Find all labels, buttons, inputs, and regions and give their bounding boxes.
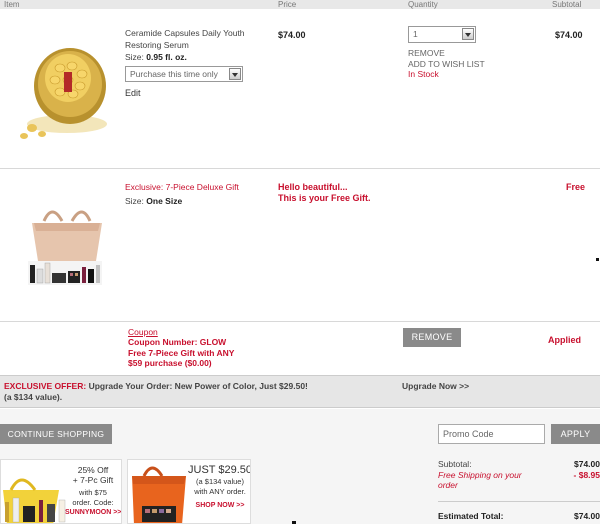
banner-line: order. Code: <box>72 498 114 507</box>
banner-line: with ANY order. <box>194 487 246 496</box>
marker <box>596 258 599 261</box>
continue-shopping-button[interactable]: CONTINUE SHOPPING <box>0 424 112 444</box>
size-value: One Size <box>146 196 183 206</box>
col-quantity: Quantity <box>408 0 438 9</box>
offer-banner: EXCLUSIVE OFFER: Upgrade Your Order: New… <box>0 375 600 408</box>
size-value: 0.95 fl. oz. <box>146 52 187 62</box>
add-to-wishlist-link[interactable]: ADD TO WISH LIST <box>408 59 485 70</box>
banner-code[interactable]: SUNNYMOON >> <box>65 508 121 518</box>
remove-link[interactable]: REMOVE <box>408 48 485 59</box>
size-label: Size: <box>125 52 144 62</box>
coupon-status: Applied <box>548 335 581 345</box>
gift-name[interactable]: Exclusive: 7-Piece Deluxe Gift <box>125 182 239 192</box>
table-row: Ceramide Capsules Daily Youth Restoring … <box>0 10 600 168</box>
col-item: Item <box>4 0 20 9</box>
item-subtotal: $74.00 <box>555 30 583 40</box>
table-row: Exclusive: 7-Piece Deluxe Gift Size: One… <box>0 169 600 321</box>
remove-coupon-button[interactable]: REMOVE <box>403 328 461 347</box>
shipping-label: Free Shipping on your <box>438 470 522 480</box>
item-price: $74.00 <box>278 30 306 40</box>
gift-subtotal: Free <box>566 182 586 192</box>
coupon-desc-cont: $59 purchase ($0.00) <box>128 358 212 368</box>
gift-size: Size: One Size <box>125 196 182 206</box>
banner-line: + 7-Pc Gift <box>72 475 114 485</box>
bottom-area: CONTINUE SHOPPING Promo Code APPLY Subto… <box>0 409 600 524</box>
shipping-label-cont: order <box>438 480 458 490</box>
gift-image[interactable] <box>22 199 112 291</box>
stock-status: In Stock <box>408 69 439 79</box>
offer-text: Upgrade Your Order: New Power of Color, … <box>88 381 308 391</box>
promo-code-input[interactable]: Promo Code <box>438 424 545 444</box>
promo-banner-gift[interactable]: 25% Off + 7-Pc Gift with $75 order. Code… <box>0 459 122 524</box>
offer-label: EXCLUSIVE OFFER: <box>4 381 87 391</box>
apply-button[interactable]: APPLY <box>551 424 600 444</box>
shop-now-link[interactable]: SHOP NOW >> <box>188 501 250 511</box>
upgrade-now-label: Upgrade Now >> <box>402 381 470 391</box>
banner-line: (a $134 value) <box>196 477 244 486</box>
quantity-select[interactable]: 1 <box>408 26 476 43</box>
banner-price: JUST $29.50 <box>188 464 251 476</box>
edit-link[interactable]: Edit <box>125 88 141 98</box>
total-label: Estimated Total: <box>438 511 504 521</box>
promo-banner-upgrade[interactable]: JUST $29.50 (a $134 value) with ANY orde… <box>127 459 251 524</box>
chevron-down-icon <box>462 28 474 40</box>
upgrade-now-link[interactable]: Upgrade Now >> <box>402 381 469 391</box>
banner-line: with $75 <box>79 488 107 497</box>
coupon-number: Coupon Number: GLOW <box>128 337 227 347</box>
cart-header: Item Price Quantity Subtotal <box>0 0 600 9</box>
coupon-row: Coupon Coupon Number: GLOW Free 7-Piece … <box>0 322 600 374</box>
gift-message: Hello beautiful... <box>278 182 348 192</box>
offer-text-cont: (a $134 value). <box>4 391 63 402</box>
product-size: Size: 0.95 fl. oz. <box>125 51 245 63</box>
product-name[interactable]: Ceramide Capsules Daily Youth <box>125 27 245 39</box>
size-label: Size: <box>125 196 144 206</box>
divider <box>438 501 600 502</box>
purchase-option-value: Purchase this time only <box>130 69 218 79</box>
product-name-cont[interactable]: Restoring Serum <box>125 39 245 51</box>
chevron-down-icon <box>229 68 241 80</box>
banner-line: 25% Off <box>77 465 109 475</box>
product-image[interactable] <box>10 26 120 151</box>
total-value: $74.00 <box>574 511 600 521</box>
subtotal-label: Subtotal: <box>438 459 472 469</box>
coupon-label[interactable]: Coupon <box>128 327 158 337</box>
coupon-desc: Free 7-Piece Gift with ANY <box>128 347 235 358</box>
shipping-value: - $8.95 <box>573 470 600 480</box>
gift-message-cont: This is your Free Gift. <box>278 193 371 203</box>
purchase-option-select[interactable]: Purchase this time only <box>125 66 243 82</box>
subtotal-value: $74.00 <box>574 459 600 469</box>
col-subtotal: Subtotal <box>552 0 582 9</box>
col-price: Price <box>278 0 297 9</box>
quantity-value: 1 <box>413 29 418 39</box>
